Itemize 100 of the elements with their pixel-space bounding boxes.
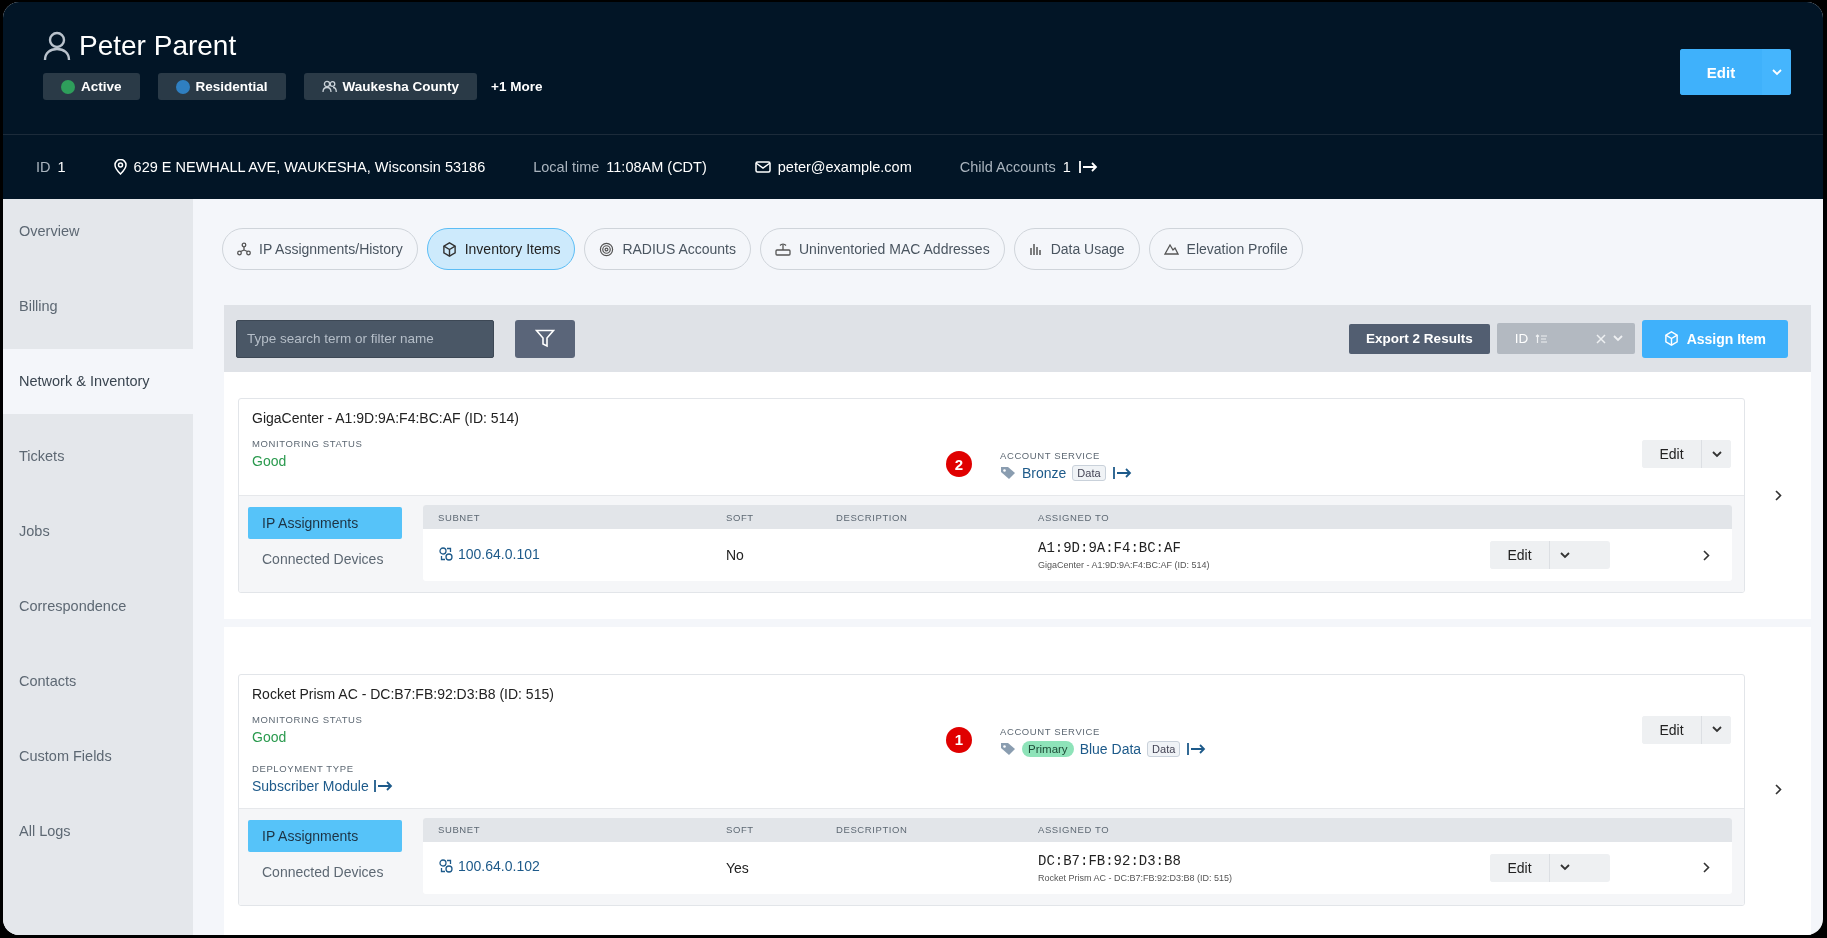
column-header: SOFT xyxy=(726,511,755,523)
filter-button[interactable] xyxy=(515,319,575,358)
bar-chart-icon xyxy=(1028,242,1043,256)
tag-chip: Waukesha County xyxy=(303,73,478,100)
sidebar-item[interactable]: Overview xyxy=(3,199,193,264)
tag-chip: Active xyxy=(43,73,140,100)
tab[interactable]: Data Usage xyxy=(1013,228,1140,270)
sub-tab[interactable]: IP Assignments xyxy=(248,507,402,539)
status-value: Good xyxy=(252,728,287,745)
tag-chip: Residential xyxy=(157,73,286,100)
field-label: MONITORING STATUS xyxy=(252,713,363,725)
target-icon xyxy=(599,241,615,257)
primary-badge: Primary xyxy=(1022,740,1074,757)
edit-button[interactable]: Edit xyxy=(1490,541,1550,569)
local-time: 11:08AM (CDT) xyxy=(606,159,707,175)
service-type-tag: Data xyxy=(1147,740,1181,757)
deployment-type-link[interactable]: Subscriber Module xyxy=(252,777,369,794)
chevron-right-icon[interactable] xyxy=(1774,490,1782,501)
chevron-right-icon[interactable] xyxy=(1703,862,1710,873)
tag-icon xyxy=(1000,741,1016,756)
child-accounts-count: 1 xyxy=(1062,159,1071,175)
sidebar-item[interactable]: Jobs xyxy=(3,499,193,564)
customer-name: Peter Parent xyxy=(79,30,237,62)
cube-icon xyxy=(441,241,457,257)
number-badge: 1 xyxy=(946,726,972,753)
device-name: Rocket Prism AC - DC:B7:FB:92:D3:B8 (ID: 515) xyxy=(1038,872,1234,883)
device-name: GigaCenter - A1:9D:9A:F4:BC:AF (ID: 514) xyxy=(1038,560,1211,570)
chevron-right-icon[interactable] xyxy=(1774,784,1782,795)
mac-address: DC:B7:FB:92:D3:B8 xyxy=(1038,852,1182,869)
cube-icon xyxy=(1663,331,1679,346)
sub-tab[interactable]: Connected Devices xyxy=(248,855,402,888)
edit-button[interactable]: Edit xyxy=(1642,715,1702,744)
column-header: SUBNET xyxy=(438,511,482,523)
chevron-down-icon xyxy=(1559,864,1570,871)
tab[interactable]: Uninventoried MAC Addresses xyxy=(760,228,1005,270)
tab[interactable]: RADIUS Accounts xyxy=(584,228,751,270)
chevron-down-icon xyxy=(1559,551,1570,559)
tag-icon xyxy=(1000,466,1016,480)
filter-icon xyxy=(535,329,555,348)
sync-icon xyxy=(438,545,454,562)
arrow-to-bar-icon[interactable] xyxy=(1111,466,1132,480)
column-header: SOFT xyxy=(726,824,755,835)
field-label: DEPLOYMENT TYPE xyxy=(252,762,354,774)
sub-tab[interactable]: Connected Devices xyxy=(248,543,402,575)
more-tags-link[interactable]: +1 More xyxy=(491,79,543,94)
status-value: Good xyxy=(252,453,287,469)
service-link[interactable]: Bronze xyxy=(1022,465,1067,481)
table-cell-text: No xyxy=(726,547,745,563)
arrow-to-bar-icon[interactable] xyxy=(1186,741,1207,756)
sidebar-item[interactable]: Billing xyxy=(3,274,193,339)
sidebar-item[interactable]: Tickets xyxy=(3,424,193,489)
field-label: MONITORING STATUS xyxy=(252,438,363,449)
address: 629 E NEWHALL AVE, WAUKESHA, Wisconsin 53186 xyxy=(133,159,486,175)
id-label: ID xyxy=(36,159,51,175)
mountain-icon xyxy=(1163,243,1179,255)
sidebar-item[interactable]: Custom Fields xyxy=(3,724,193,789)
arrow-to-bar-icon[interactable] xyxy=(372,778,393,793)
search-field[interactable]: Type search term or filter name xyxy=(236,319,494,358)
chevron-down-icon xyxy=(1711,450,1722,458)
person-icon xyxy=(43,31,71,61)
sub-tab[interactable]: IP Assignments xyxy=(248,819,402,852)
sort-icon xyxy=(1535,333,1549,344)
tab[interactable]: Inventory Items xyxy=(426,228,576,270)
id-value: 1 xyxy=(57,159,66,175)
number-badge: 2 xyxy=(946,451,972,477)
subnet-link[interactable]: 100.64.0.101 xyxy=(458,545,540,562)
service-link[interactable]: Blue Data xyxy=(1079,740,1142,757)
router-icon xyxy=(775,242,791,256)
sidebar-item[interactable]: Network & Inventory xyxy=(3,349,193,414)
chevron-right-icon[interactable] xyxy=(1703,549,1710,561)
field-label: ACCOUNT SERVICE xyxy=(1000,450,1100,461)
mac-address: A1:9D:9A:F4:BC:AF xyxy=(1038,540,1182,556)
item-title: GigaCenter - A1:9D:9A:F4:BC:AF (ID: 514) xyxy=(252,410,520,426)
sidebar-item[interactable]: Correspondence xyxy=(3,574,193,639)
local-time-label: Local time xyxy=(533,159,600,175)
edit-button[interactable]: Edit xyxy=(1642,440,1702,468)
column-header: SUBNET xyxy=(438,824,482,835)
email: peter@example.com xyxy=(777,159,912,175)
subnet-link[interactable]: 100.64.0.102 xyxy=(458,858,540,874)
column-header: DESCRIPTION xyxy=(836,824,909,835)
column-header: DESCRIPTION xyxy=(836,511,909,523)
item-title: Rocket Prism AC - DC:B7:FB:92:D3:B8 (ID: 515) xyxy=(252,685,555,702)
network-icon xyxy=(237,242,251,256)
sync-icon xyxy=(438,858,454,874)
service-type-tag: Data xyxy=(1072,465,1106,481)
tab[interactable]: Elevation Profile xyxy=(1148,228,1303,270)
sidebar-item[interactable]: All Logs xyxy=(3,799,193,864)
edit-button[interactable]: Edit xyxy=(1490,853,1550,882)
chevron-down-icon xyxy=(1612,335,1623,342)
sidebar-item[interactable]: Contacts xyxy=(3,649,193,714)
chevron-down-icon xyxy=(1711,726,1722,733)
field-label: ACCOUNT SERVICE xyxy=(1000,725,1100,737)
people-icon xyxy=(321,80,337,93)
table-cell-text: Yes xyxy=(726,859,750,876)
mail-icon xyxy=(754,161,771,173)
export-button[interactable]: Export 2 Results xyxy=(1349,323,1490,354)
child-accounts-label: Child Accounts xyxy=(959,159,1056,175)
column-header: ASSIGNED TO xyxy=(1038,511,1111,523)
tab[interactable]: IP Assignments/History xyxy=(222,228,418,270)
location-pin-icon xyxy=(113,159,127,175)
